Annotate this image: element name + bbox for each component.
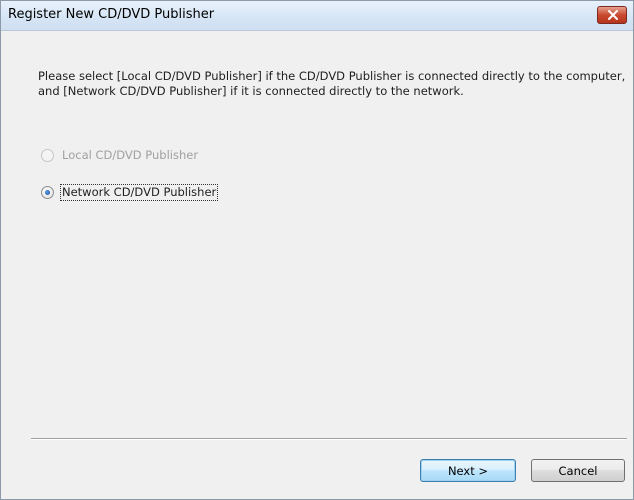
close-button[interactable] — [597, 6, 627, 24]
window-title: Register New CD/DVD Publisher — [8, 7, 215, 22]
network-publisher-radio[interactable] — [41, 186, 54, 199]
dialog-window: Register New CD/DVD Publisher Please sel… — [0, 0, 634, 500]
local-publisher-radio — [41, 149, 54, 162]
local-publisher-label: Local CD/DVD Publisher — [62, 148, 199, 162]
next-button[interactable]: Next > — [420, 459, 516, 482]
cancel-button[interactable]: Cancel — [531, 459, 625, 482]
dialog-content: Please select [Local CD/DVD Publisher] i… — [1, 31, 633, 500]
network-publisher-label[interactable]: Network CD/DVD Publisher — [59, 184, 219, 201]
footer-divider — [31, 438, 627, 440]
local-publisher-option: Local CD/DVD Publisher — [41, 148, 199, 163]
title-bar[interactable]: Register New CD/DVD Publisher — [1, 1, 633, 31]
network-publisher-option[interactable]: Network CD/DVD Publisher — [41, 184, 219, 201]
instruction-text: Please select [Local CD/DVD Publisher] i… — [38, 69, 626, 98]
close-icon — [608, 10, 618, 20]
